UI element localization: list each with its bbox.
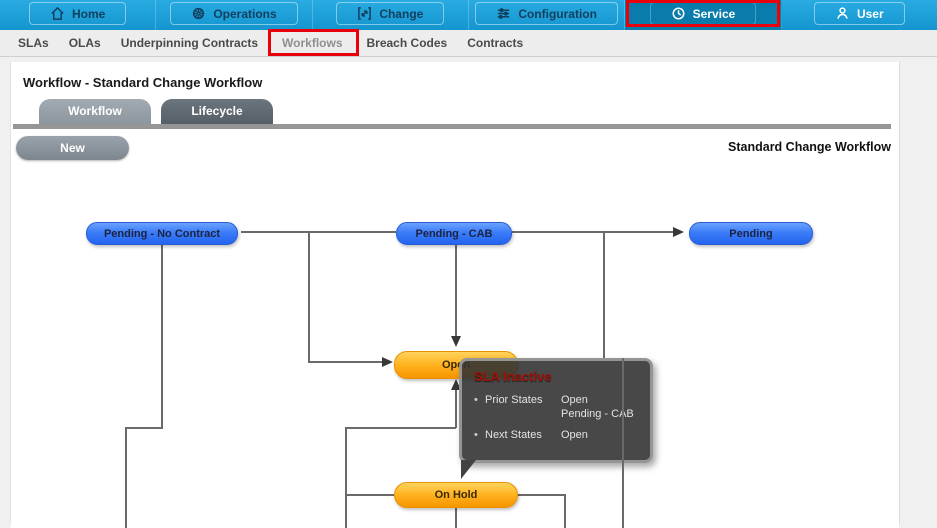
tooltip-row-next-states: • Next States Open <box>474 428 640 442</box>
tab-workflow[interactable]: Workflow <box>39 99 151 124</box>
connector-line <box>622 358 624 528</box>
workflow-node-pending-no-contract[interactable]: Pending - No Contract <box>86 222 238 245</box>
bullet-icon: • <box>474 394 478 406</box>
connector-line <box>455 508 457 528</box>
nav-item-change[interactable]: Change <box>313 0 469 30</box>
configuration-icon <box>496 6 511 21</box>
toolbar: New Standard Change Workflow <box>11 129 899 165</box>
nav-label: Operations <box>213 6 277 21</box>
nav-label: User <box>856 6 884 21</box>
nav-label: Home <box>71 6 106 21</box>
workflow-node-pending-cab[interactable]: Pending - CAB <box>396 222 512 245</box>
tooltip-value: Open <box>561 429 588 441</box>
nav-item-home[interactable]: Home <box>0 0 157 30</box>
tab-bar: Workflow Lifecycle <box>39 99 899 124</box>
connector-line <box>455 390 457 428</box>
operations-icon <box>191 6 206 21</box>
arrowhead <box>382 357 393 367</box>
subnav-item-breach-codes[interactable]: Breach Codes <box>357 36 458 50</box>
connector-line <box>603 231 605 358</box>
connector-line <box>345 427 456 429</box>
change-icon <box>357 6 372 21</box>
arrowhead <box>673 227 684 237</box>
connector-line <box>125 427 163 429</box>
tooltip-tail <box>461 460 476 479</box>
connector-line <box>345 494 394 496</box>
new-button[interactable]: New <box>16 136 129 160</box>
connector-line <box>308 231 310 363</box>
connector-line <box>345 427 347 528</box>
connector-line <box>241 231 396 233</box>
workflow-name-label: Standard Change Workflow <box>728 140 891 154</box>
service-sub-navigation: SLAs OLAs Underpinning Contracts Workflo… <box>0 29 937 57</box>
tooltip-title: SLA Inactive <box>474 369 552 384</box>
connector-line <box>161 245 163 429</box>
bullet-icon: • <box>474 429 478 441</box>
page-title: Workflow - Standard Change Workflow <box>23 75 263 90</box>
nav-item-configuration[interactable]: Configuration <box>469 0 626 30</box>
subnav-label: Workflows <box>282 36 343 50</box>
workflow-node-on-hold[interactable]: On Hold <box>394 482 518 508</box>
tooltip-values: Open <box>561 428 588 442</box>
content-panel: Workflow - Standard Change Workflow Work… <box>10 62 900 528</box>
nav-item-service[interactable]: Service <box>625 0 782 30</box>
connector-line <box>125 427 127 528</box>
service-icon <box>671 6 686 21</box>
top-navigation: Home Operations Change Configuration Ser… <box>0 0 937 30</box>
workflow-canvas[interactable]: Pending - No Contract Pending - CAB Pend… <box>11 165 899 528</box>
subnav-item-workflows[interactable]: Workflows <box>268 29 359 56</box>
nav-label: Service <box>692 6 736 21</box>
workflow-node-pending[interactable]: Pending <box>689 222 813 245</box>
tab-lifecycle[interactable]: Lifecycle <box>161 99 273 124</box>
connector-line <box>518 494 566 496</box>
subnav-item-slas[interactable]: SLAs <box>8 36 59 50</box>
arrowhead <box>451 336 461 347</box>
nav-label: Configuration <box>518 6 597 21</box>
nav-label: Change <box>379 6 424 21</box>
tooltip-row-prior-states: • Prior States Open Pending - CAB <box>474 393 640 421</box>
subnav-item-olas[interactable]: OLAs <box>59 36 111 50</box>
home-icon <box>50 6 65 21</box>
user-icon <box>835 6 850 21</box>
nav-item-user[interactable]: User <box>782 0 937 30</box>
tooltip-label: Prior States <box>485 394 543 406</box>
connector-line <box>512 231 673 233</box>
connector-line <box>308 361 383 363</box>
tooltip-label: Next States <box>485 429 542 441</box>
connector-line <box>455 245 457 337</box>
subnav-item-underpinning-contracts[interactable]: Underpinning Contracts <box>111 36 268 50</box>
nav-item-operations[interactable]: Operations <box>156 0 313 30</box>
subnav-item-contracts[interactable]: Contracts <box>457 36 533 50</box>
